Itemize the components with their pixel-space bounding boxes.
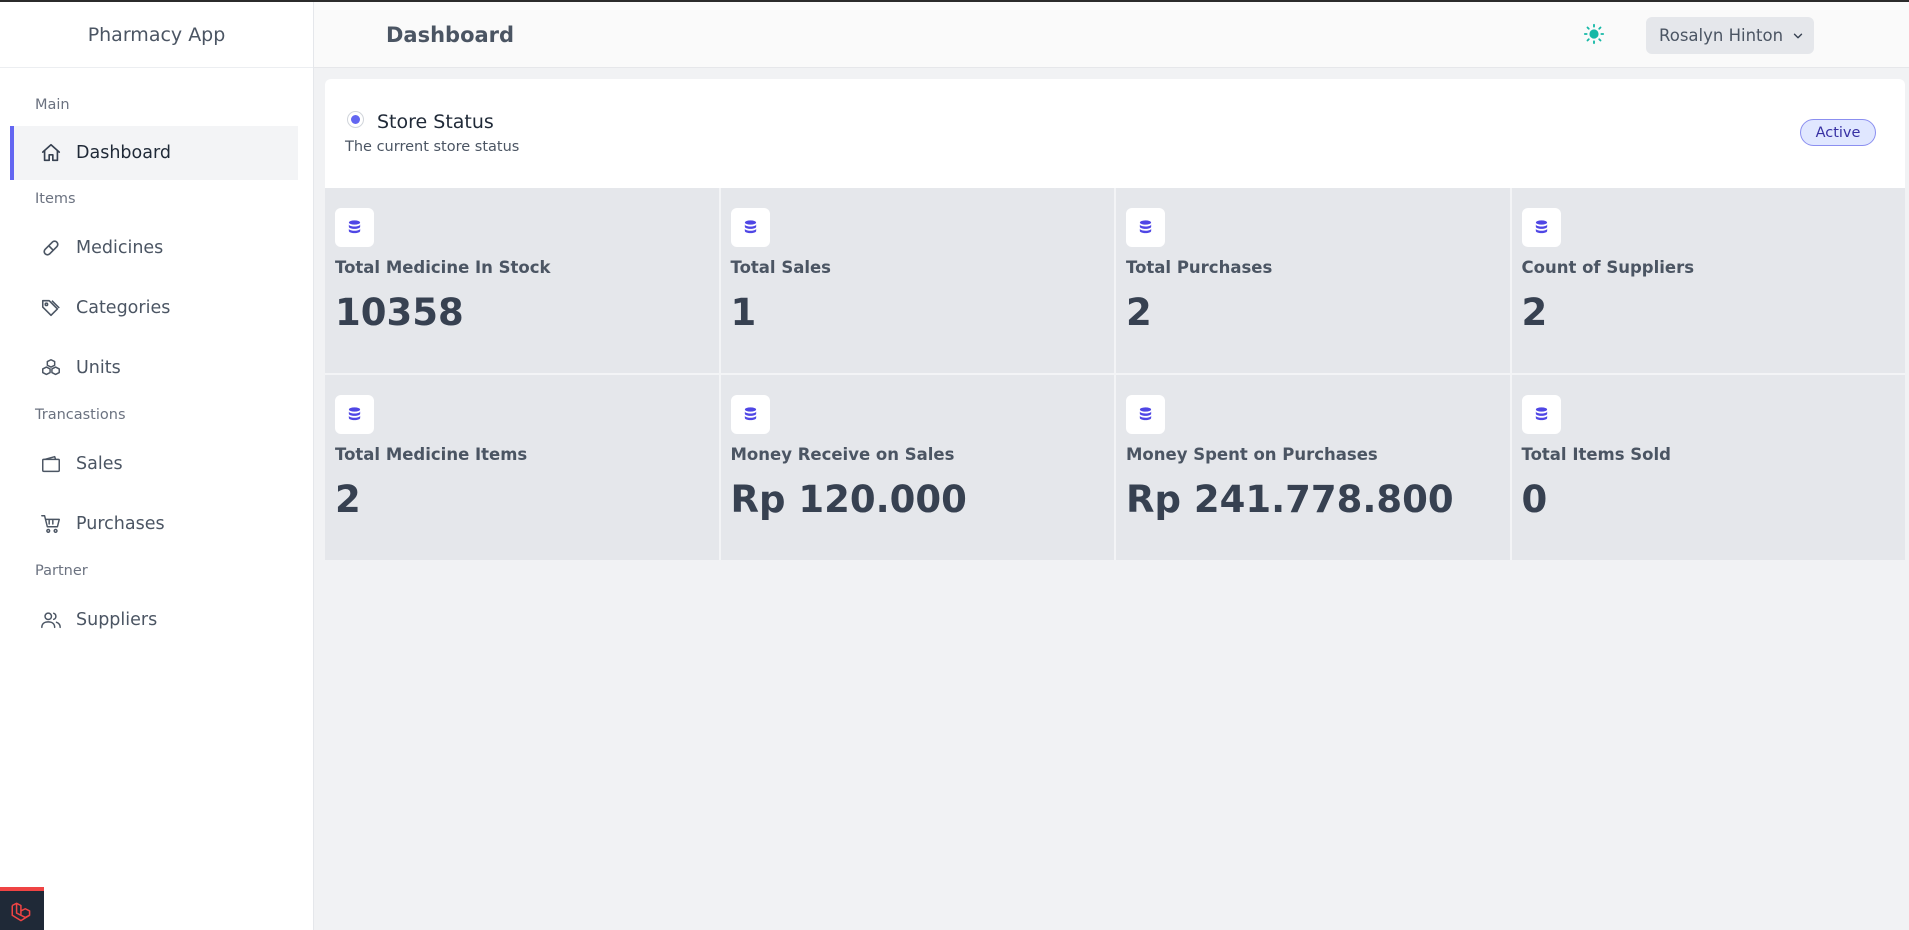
- status-radio-icon: [347, 111, 364, 128]
- sidebar-item-suppliers[interactable]: Suppliers: [10, 592, 298, 648]
- stat-label: Total Items Sold: [1521, 445, 1671, 464]
- stat-card-total-medicine-in-stock: Total Medicine In Stock 10358: [325, 188, 719, 373]
- store-status-card: Store Status The current store status Ac…: [325, 79, 1905, 188]
- database-icon: [730, 208, 770, 247]
- sidebar-item-categories[interactable]: Categories: [10, 280, 298, 336]
- stat-value: 1: [730, 291, 757, 334]
- sidebar-item-label: Sales: [76, 454, 123, 474]
- sidebar-section-main: Main: [35, 97, 70, 113]
- stat-value: Rp 120.000: [730, 478, 967, 521]
- stat-label: Total Purchases: [1126, 258, 1273, 277]
- pill-icon: [40, 237, 62, 259]
- sidebar-item-sales[interactable]: Sales: [10, 436, 298, 492]
- cubes-icon: [40, 357, 62, 379]
- store-status-title: Store Status: [377, 111, 494, 133]
- tags-icon: [40, 297, 62, 319]
- stat-value: 2: [1126, 291, 1152, 334]
- stat-label: Money Receive on Sales: [730, 445, 955, 464]
- database-icon: [730, 395, 770, 434]
- stat-label: Total Medicine Items: [335, 445, 528, 464]
- stat-value: 10358: [335, 291, 464, 334]
- sidebar-item-label: Categories: [76, 298, 171, 318]
- user-menu-button[interactable]: Rosalyn Hinton: [1646, 17, 1814, 54]
- sidebar: Pharmacy App Main Dashboard Items Medici…: [0, 2, 314, 930]
- stat-value: 2: [335, 478, 361, 521]
- chevron-down-icon: [1791, 29, 1805, 43]
- stat-label: Count of Suppliers: [1521, 258, 1695, 277]
- sidebar-item-label: Dashboard: [76, 143, 171, 163]
- stat-card-total-medicine-items: Total Medicine Items 2: [325, 375, 719, 560]
- stat-label: Total Sales: [730, 258, 832, 277]
- stat-card-money-receive-on-sales: Money Receive on Sales Rp 120.000: [720, 375, 1114, 560]
- database-icon: [1521, 208, 1561, 247]
- database-icon: [335, 208, 374, 247]
- stats-grid: Total Medicine In Stock 10358 Total Sale…: [325, 188, 1905, 560]
- sidebar-item-purchases[interactable]: Purchases: [10, 496, 298, 552]
- database-icon: [1126, 395, 1165, 434]
- laravel-logo-icon[interactable]: [0, 887, 44, 930]
- sidebar-section-transactions: Trancastions: [35, 407, 126, 423]
- stat-card-total-items-sold: Total Items Sold 0: [1511, 375, 1905, 560]
- stat-value: 2: [1521, 291, 1548, 334]
- status-badge: Active: [1800, 119, 1876, 146]
- store-status-subtitle: The current store status: [345, 139, 520, 155]
- stat-card-total-sales: Total Sales 1: [720, 188, 1114, 373]
- home-icon: [40, 142, 62, 164]
- sidebar-item-label: Units: [76, 358, 121, 378]
- app-brand[interactable]: Pharmacy App: [0, 2, 313, 68]
- stat-value: 0: [1521, 478, 1548, 521]
- top-bar: Dashboard Rosalyn Hinton: [314, 2, 1909, 68]
- sidebar-item-dashboard[interactable]: Dashboard: [10, 126, 298, 180]
- stat-card-count-of-suppliers: Count of Suppliers 2: [1511, 188, 1905, 373]
- user-name: Rosalyn Hinton: [1659, 26, 1784, 45]
- main-content: Store Status The current store status Ac…: [325, 79, 1905, 560]
- wallet-icon: [40, 453, 62, 475]
- database-icon: [1126, 208, 1165, 247]
- sidebar-item-label: Purchases: [76, 514, 165, 534]
- database-icon: [335, 395, 374, 434]
- sidebar-item-label: Medicines: [76, 238, 164, 258]
- database-icon: [1521, 395, 1561, 434]
- sidebar-item-units[interactable]: Units: [10, 340, 298, 396]
- sidebar-nav: Main Dashboard Items Medicines Categorie…: [0, 68, 313, 648]
- stat-card-total-purchases: Total Purchases 2: [1116, 188, 1510, 373]
- sun-icon[interactable]: [1582, 22, 1606, 46]
- cart-icon: [40, 513, 62, 535]
- stat-label: Total Medicine In Stock: [335, 258, 551, 277]
- page-title: Dashboard: [386, 22, 515, 47]
- users-icon: [40, 609, 62, 631]
- sidebar-section-partner: Partner: [35, 563, 88, 579]
- stat-card-money-spent-on-purchases: Money Spent on Purchases Rp 241.778.800: [1116, 375, 1510, 560]
- sidebar-item-medicines[interactable]: Medicines: [10, 220, 298, 276]
- stat-value: Rp 241.778.800: [1126, 478, 1454, 521]
- sidebar-item-label: Suppliers: [76, 610, 158, 630]
- sidebar-section-items: Items: [35, 191, 76, 207]
- stat-label: Money Spent on Purchases: [1126, 445, 1378, 464]
